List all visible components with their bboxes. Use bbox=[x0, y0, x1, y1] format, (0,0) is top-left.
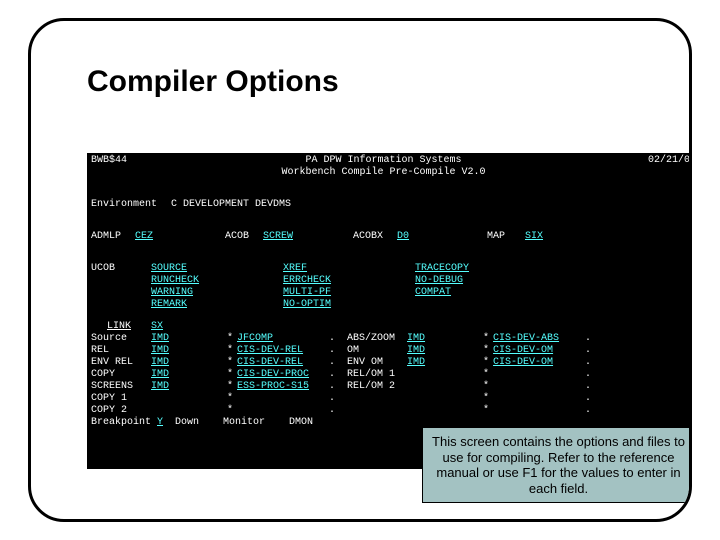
link-c2-field[interactable]: CIS-DEV-REL bbox=[237, 358, 329, 368]
down-label: Down bbox=[175, 418, 199, 428]
breakpoint-label: Breakpoint bbox=[91, 418, 157, 428]
link-c3-field[interactable]: IMD bbox=[407, 334, 477, 344]
slide-frame: Compiler Options BWB$44 PA DPW Informati… bbox=[28, 18, 692, 522]
org-line: PA DPW Information Systems bbox=[151, 156, 616, 166]
acob-field[interactable]: SCREW bbox=[263, 232, 343, 242]
link-row: COPY IMD * CIS-DEV-PROC. REL/OM 1 * . bbox=[91, 369, 692, 381]
link-label: LINK bbox=[91, 322, 131, 332]
link-row-label: REL bbox=[91, 346, 145, 356]
terminal-screen: BWB$44 PA DPW Information Systems 02/21/… bbox=[87, 153, 692, 469]
acobx-label: ACOBX bbox=[353, 232, 397, 242]
ucob-c2-3[interactable]: NO-OPTIM bbox=[283, 300, 393, 310]
env-value: C DEVELOPMENT DEVDMS bbox=[171, 200, 291, 210]
admlp-label: ADMLP bbox=[91, 232, 135, 242]
link-c4-field[interactable]: CIS-DEV-ABS bbox=[493, 334, 585, 344]
link-c2-field[interactable]: CIS-DEV-REL bbox=[237, 346, 329, 356]
slide-title: Compiler Options bbox=[87, 65, 339, 99]
link-c3-label: REL/OM 2 bbox=[347, 382, 407, 392]
ucob-c3-0[interactable]: TRACECOPY bbox=[415, 264, 525, 274]
link-rows: Source IMD * JFCOMP. ABS/ZOOMIMD * CIS-D… bbox=[91, 333, 692, 417]
link-row-label: COPY bbox=[91, 370, 145, 380]
link-c3-field[interactable]: IMD bbox=[407, 358, 477, 368]
env-label: Environment bbox=[91, 200, 171, 210]
ucob-c2-2[interactable]: MULTI-PF bbox=[283, 288, 393, 298]
acobx-field[interactable]: D0 bbox=[397, 232, 477, 242]
admlp-field[interactable]: CEZ bbox=[135, 232, 215, 242]
breakpoint-field[interactable]: Y bbox=[157, 418, 169, 428]
map-label: MAP bbox=[487, 232, 517, 242]
ucob-c2-1[interactable]: ERRCHECK bbox=[283, 276, 393, 286]
link-c3-field[interactable]: IMD bbox=[407, 346, 477, 356]
screen-id: BWB$44 bbox=[91, 156, 151, 166]
link-row: COPY 1 * . * . bbox=[91, 393, 692, 405]
link-row-label: SCREENS bbox=[91, 382, 145, 392]
link-c4-field[interactable]: CIS-DEV-OM bbox=[493, 346, 585, 356]
ucob-c3-2[interactable]: COMPAT bbox=[415, 288, 525, 298]
link-field[interactable]: SX bbox=[151, 322, 231, 332]
help-callout: This screen contains the options and fil… bbox=[422, 427, 692, 503]
link-c1-field[interactable]: IMD bbox=[151, 382, 221, 392]
link-c3-label: ABS/ZOOM bbox=[347, 334, 407, 344]
ucob-c1-1[interactable]: RUNCHECK bbox=[151, 276, 261, 286]
link-row-label: ENV REL bbox=[91, 358, 145, 368]
app-line: Workbench Compile Pre-Compile V2.0 bbox=[151, 168, 616, 178]
link-row: COPY 2 * . * . bbox=[91, 405, 692, 417]
link-row: REL IMD * CIS-DEV-REL. OMIMD * CIS-DEV-O… bbox=[91, 345, 692, 357]
link-c3-label: OM bbox=[347, 346, 407, 356]
link-c3-label: REL/OM 1 bbox=[347, 370, 407, 380]
monitor-label: Monitor bbox=[223, 418, 265, 428]
link-row: ENV REL IMD * CIS-DEV-REL. ENV OMIMD * C… bbox=[91, 357, 692, 369]
acob-label: ACOB bbox=[225, 232, 263, 242]
ucob-c1-0[interactable]: SOURCE bbox=[151, 264, 261, 274]
link-row-label: Source bbox=[91, 334, 145, 344]
link-row-label: COPY 2 bbox=[91, 406, 145, 416]
link-c2-field[interactable]: CIS-DEV-PROC bbox=[237, 370, 329, 380]
link-c4-field[interactable]: CIS-DEV-OM bbox=[493, 358, 585, 368]
link-row: SCREENS IMD * ESS-PROC-S15. REL/OM 2 * . bbox=[91, 381, 692, 393]
link-c1-field[interactable]: IMD bbox=[151, 346, 221, 356]
date: 02/21/06 bbox=[616, 156, 692, 166]
ucob-c1-2[interactable]: WARNING bbox=[151, 288, 261, 298]
ucob-c2-0[interactable]: XREF bbox=[283, 264, 393, 274]
link-c2-field[interactable]: JFCOMP bbox=[237, 334, 329, 344]
link-row-label: COPY 1 bbox=[91, 394, 145, 404]
ucob-c3-1[interactable]: NO-DEBUG bbox=[415, 276, 525, 286]
dmon-label: DMON bbox=[289, 418, 313, 428]
ucob-c1-3[interactable]: REMARK bbox=[151, 300, 261, 310]
link-c1-field[interactable]: IMD bbox=[151, 334, 221, 344]
link-c2-field[interactable]: ESS-PROC-S15 bbox=[237, 382, 329, 392]
link-c3-label: ENV OM bbox=[347, 358, 407, 368]
link-c1-field[interactable]: IMD bbox=[151, 370, 221, 380]
link-row: Source IMD * JFCOMP. ABS/ZOOMIMD * CIS-D… bbox=[91, 333, 692, 345]
map-field[interactable]: SIX bbox=[525, 232, 595, 242]
link-c1-field[interactable]: IMD bbox=[151, 358, 221, 368]
ucob-label: UCOB bbox=[91, 264, 151, 274]
